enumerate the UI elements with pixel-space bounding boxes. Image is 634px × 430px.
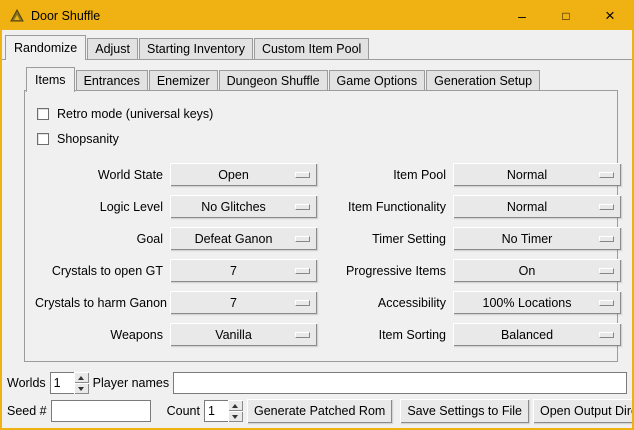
player-names-label: Player names <box>93 376 169 390</box>
item-pool-label: Item Pool <box>324 168 446 182</box>
tab-adjust[interactable]: Adjust <box>87 38 138 59</box>
crystals-harm-ganon-value: 7 <box>230 296 237 310</box>
weapons-value: Vanilla <box>215 328 252 342</box>
open-output-directory-button[interactable]: Open Output Directory <box>533 399 634 423</box>
window-title: Door Shuffle <box>31 9 100 23</box>
goal-value: Defeat Ganon <box>195 232 273 246</box>
dropdown-indicator-icon <box>295 268 310 274</box>
world-state-label: World State <box>35 168 163 182</box>
item-pool-dropdown[interactable]: Normal <box>453 163 621 186</box>
worlds-row: Worlds Player names <box>7 372 627 394</box>
timer-setting-label: Timer Setting <box>324 232 446 246</box>
app-icon <box>9 8 25 24</box>
tab-custom-item-pool[interactable]: Custom Item Pool <box>254 38 369 59</box>
count-spin-buttons <box>228 400 243 422</box>
outer-tab-bar: Randomize Adjust Starting Inventory Cust… <box>2 30 632 60</box>
item-functionality-label: Item Functionality <box>324 200 446 214</box>
spin-down-icon[interactable] <box>228 411 243 422</box>
door-shuffle-window: Door Shuffle – □ × Randomize Adjust Star… <box>0 0 634 430</box>
dropdown-indicator-icon <box>599 300 614 306</box>
world-state-dropdown[interactable]: Open <box>170 163 317 186</box>
dropdown-indicator-icon <box>295 204 310 210</box>
tab-starting-inventory[interactable]: Starting Inventory <box>139 38 253 59</box>
items-panel: Retro mode (universal keys) Shopsanity W… <box>24 90 618 362</box>
dropdown-indicator-icon <box>295 332 310 338</box>
spin-up-icon[interactable] <box>74 372 89 383</box>
item-sorting-dropdown[interactable]: Balanced <box>453 323 621 346</box>
worlds-label: Worlds <box>7 376 46 390</box>
dropdown-indicator-icon <box>599 268 614 274</box>
crystals-open-gt-label: Crystals to open GT <box>35 264 163 278</box>
dropdown-indicator-icon <box>295 236 310 242</box>
count-spinbox <box>204 400 243 422</box>
spin-up-icon[interactable] <box>228 400 243 411</box>
world-state-value: Open <box>218 168 249 182</box>
inner-tab-bar: Items Entrances Enemizer Dungeon Shuffle… <box>24 67 618 91</box>
minimize-icon[interactable]: – <box>500 2 544 30</box>
close-icon[interactable]: × <box>588 2 632 30</box>
maximize-icon[interactable]: □ <box>544 2 588 30</box>
item-pool-value: Normal <box>507 168 547 182</box>
dropdown-indicator-icon <box>599 332 614 338</box>
goal-dropdown[interactable]: Defeat Ganon <box>170 227 317 250</box>
crystals-open-gt-value: 7 <box>230 264 237 278</box>
tab-items[interactable]: Items <box>26 67 75 92</box>
progressive-items-label: Progressive Items <box>324 264 446 278</box>
shopsanity-label: Shopsanity <box>57 132 119 146</box>
seed-row: Seed # Count Generate Patched Rom Save S… <box>7 399 627 423</box>
tab-dungeon-shuffle[interactable]: Dungeon Shuffle <box>219 70 328 91</box>
weapons-label: Weapons <box>35 328 163 342</box>
accessibility-value: 100% Locations <box>483 296 572 310</box>
caption-buttons: – □ × <box>500 2 632 30</box>
dropdown-indicator-icon <box>295 300 310 306</box>
dropdown-indicator-icon <box>295 172 310 178</box>
tab-randomize[interactable]: Randomize <box>5 35 86 60</box>
item-sorting-value: Balanced <box>501 328 553 342</box>
goal-label: Goal <box>35 232 163 246</box>
tab-enemizer[interactable]: Enemizer <box>149 70 218 91</box>
seed-label: Seed # <box>7 404 47 418</box>
worlds-spin-buttons <box>74 372 89 394</box>
progressive-items-value: On <box>519 264 536 278</box>
randomize-panel: Items Entrances Enemizer Dungeon Shuffle… <box>24 67 618 362</box>
dropdown-indicator-icon <box>599 236 614 242</box>
bottom-controls: Worlds Player names Seed # Count <box>7 372 627 423</box>
retro-mode-label: Retro mode (universal keys) <box>57 107 213 121</box>
accessibility-dropdown[interactable]: 100% Locations <box>453 291 621 314</box>
crystals-harm-ganon-dropdown[interactable]: 7 <box>170 291 317 314</box>
worlds-spinbox <box>50 372 89 394</box>
item-functionality-value: Normal <box>507 200 547 214</box>
tab-game-options[interactable]: Game Options <box>329 70 426 91</box>
titlebar[interactable]: Door Shuffle – □ × <box>2 2 632 30</box>
player-names-input[interactable] <box>173 372 627 394</box>
weapons-dropdown[interactable]: Vanilla <box>170 323 317 346</box>
crystals-open-gt-dropdown[interactable]: 7 <box>170 259 317 282</box>
save-settings-button[interactable]: Save Settings to File <box>400 399 529 423</box>
logic-level-dropdown[interactable]: No Glitches <box>170 195 317 218</box>
crystals-harm-ganon-label: Crystals to harm Ganon <box>35 296 163 310</box>
item-functionality-dropdown[interactable]: Normal <box>453 195 621 218</box>
dropdown-indicator-icon <box>599 172 614 178</box>
tab-generation-setup[interactable]: Generation Setup <box>426 70 540 91</box>
tab-entrances[interactable]: Entrances <box>76 70 148 91</box>
timer-setting-dropdown[interactable]: No Timer <box>453 227 621 250</box>
options-grid: World State Open Item Pool Normal Logic … <box>35 163 607 346</box>
worlds-input[interactable] <box>50 372 74 394</box>
logic-level-value: No Glitches <box>201 200 266 214</box>
count-input[interactable] <box>204 400 228 422</box>
accessibility-label: Accessibility <box>324 296 446 310</box>
generate-patched-rom-button[interactable]: Generate Patched Rom <box>247 399 392 423</box>
timer-setting-value: No Timer <box>502 232 553 246</box>
item-sorting-label: Item Sorting <box>324 328 446 342</box>
count-label: Count <box>167 404 200 418</box>
retro-mode-checkbox[interactable] <box>37 108 49 120</box>
seed-input[interactable] <box>51 400 151 422</box>
shopsanity-checkbox[interactable] <box>37 133 49 145</box>
dropdown-indicator-icon <box>599 204 614 210</box>
retro-mode-row: Retro mode (universal keys) <box>37 101 607 126</box>
spin-down-icon[interactable] <box>74 383 89 394</box>
logic-level-label: Logic Level <box>35 200 163 214</box>
progressive-items-dropdown[interactable]: On <box>453 259 621 282</box>
shopsanity-row: Shopsanity <box>37 126 607 151</box>
